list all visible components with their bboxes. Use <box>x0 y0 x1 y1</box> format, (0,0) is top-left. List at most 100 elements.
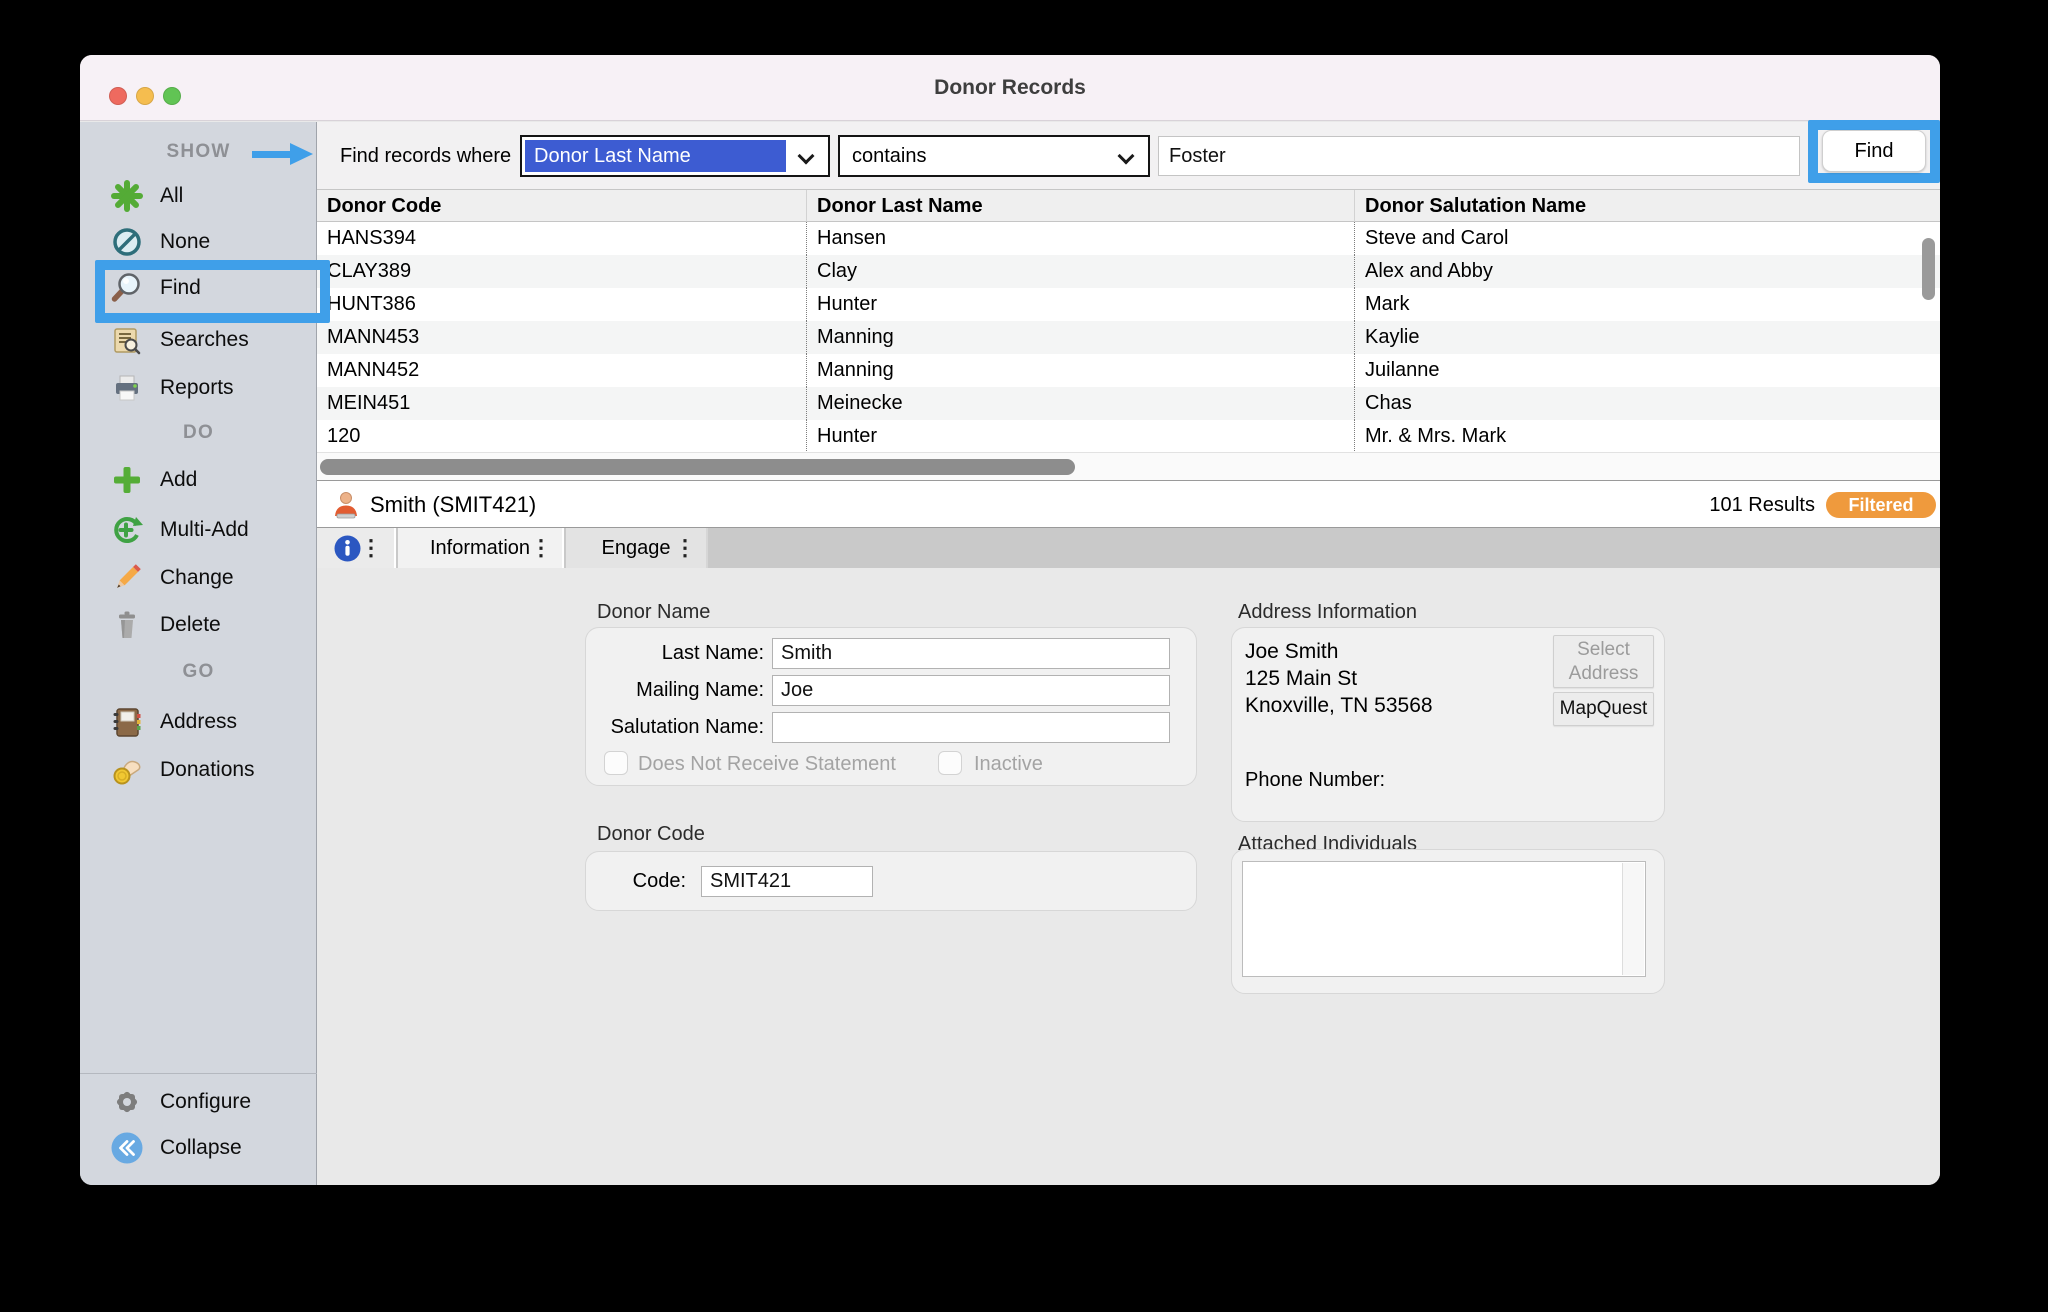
cell-donor-code: HANS394 <box>317 222 806 255</box>
address-information-group-title: Address Information <box>1238 601 1417 624</box>
gear-icon <box>110 1085 144 1119</box>
table-row[interactable]: HUNT386 Hunter Mark <box>317 288 1940 321</box>
does-not-receive-statement-checkbox[interactable] <box>604 751 628 775</box>
menu-dots-icon[interactable]: ⋮ <box>530 528 552 568</box>
code-input[interactable] <box>701 866 873 897</box>
last-name-input[interactable] <box>772 638 1170 669</box>
tab-bar: ⋮ Information ⋮ Engage ⋮ <box>317 528 1940 568</box>
sidebar-divider <box>80 1073 317 1074</box>
pencil-icon <box>110 561 144 595</box>
inactive-checkbox[interactable] <box>938 751 962 775</box>
field-select-value: Donor Last Name <box>525 140 786 172</box>
cell-salutation: Kaylie <box>1354 321 1940 354</box>
sidebar-item-label: Multi-Add <box>160 518 249 542</box>
cell-last-name: Manning <box>806 321 1354 354</box>
table-row[interactable]: CLAY389 Clay Alex and Abby <box>317 255 1940 288</box>
hand-coin-icon <box>110 753 144 787</box>
table-row[interactable]: MANN452 Manning Juilanne <box>317 354 1940 387</box>
cell-salutation: Mr. & Mrs. Mark <box>1354 420 1940 452</box>
cell-last-name: Clay <box>806 255 1354 288</box>
table-row[interactable]: HANS394 Hansen Steve and Carol <box>317 222 1940 255</box>
mailing-name-label: Mailing Name: <box>586 679 764 702</box>
tab-engage[interactable]: Engage ⋮ <box>566 528 708 568</box>
sidebar-item-change[interactable]: Change <box>80 560 317 596</box>
donor-records-window: Donor Records SHOW All None <box>80 55 1940 1185</box>
table-row[interactable]: MEIN451 Meinecke Chas <box>317 387 1940 420</box>
operator-select[interactable]: contains <box>838 135 1150 177</box>
results-table: HANS394 Hansen Steve and Carol CLAY389 C… <box>317 222 1940 452</box>
sidebar-item-multi-add[interactable]: Multi-Add <box>80 512 317 548</box>
sidebar-item-donations[interactable]: Donations <box>80 752 317 788</box>
find-button[interactable]: Find <box>1822 130 1926 172</box>
person-icon <box>331 490 361 525</box>
mailing-name-input[interactable] <box>772 675 1170 706</box>
sidebar-item-delete[interactable]: Delete <box>80 607 317 643</box>
circle-slash-icon <box>110 225 144 259</box>
salutation-name-input[interactable] <box>772 712 1170 743</box>
list-scrollbar-track[interactable] <box>1622 863 1644 975</box>
table-row[interactable]: MANN453 Manning Kaylie <box>317 321 1940 354</box>
column-header-donor-salutation-name[interactable]: Donor Salutation Name <box>1354 190 1940 222</box>
donor-code-group-title: Donor Code <box>597 823 705 846</box>
sidebar-item-add[interactable]: Add <box>80 462 317 498</box>
sidebar-item-collapse[interactable]: Collapse <box>80 1130 317 1166</box>
salutation-name-label: Salutation Name: <box>586 716 764 739</box>
sidebar-item-searches[interactable]: Searches <box>80 322 317 358</box>
info-segment[interactable]: ⋮ <box>317 528 396 568</box>
sidebar-item-all[interactable]: All <box>80 178 317 214</box>
sidebar-item-label: Change <box>160 566 234 590</box>
tab-information[interactable]: Information ⋮ <box>398 528 564 568</box>
chevron-down-icon <box>798 148 815 165</box>
sidebar-item-label: Add <box>160 468 197 492</box>
filtered-badge[interactable]: Filtered <box>1826 492 1936 518</box>
sidebar-item-label: Configure <box>160 1090 251 1114</box>
sidebar-item-configure[interactable]: Configure <box>80 1084 317 1120</box>
query-input[interactable] <box>1158 136 1800 176</box>
attached-individuals-panel <box>1231 849 1665 994</box>
table-header: Donor Code Donor Last Name Donor Salutat… <box>317 190 1940 222</box>
cell-donor-code: MANN453 <box>317 321 806 354</box>
table-row[interactable]: 120 Hunter Mr. & Mrs. Mark <box>317 420 1940 452</box>
does-not-receive-statement-label: Does Not Receive Statement <box>638 753 896 776</box>
sidebar-item-label: Donations <box>160 758 255 782</box>
vertical-scrollbar-thumb[interactable] <box>1922 238 1935 300</box>
select-address-button[interactable]: Select Address <box>1553 635 1654 688</box>
field-select[interactable]: Donor Last Name <box>520 135 830 177</box>
cell-salutation: Alex and Abby <box>1354 255 1940 288</box>
screen: Donor Records SHOW All None <box>0 0 2048 1312</box>
sidebar-section-do: DO <box>80 421 317 445</box>
menu-dots-icon[interactable]: ⋮ <box>360 528 382 568</box>
tab-label: Engage <box>602 537 671 560</box>
horizontal-scrollbar-thumb[interactable] <box>320 459 1075 475</box>
sidebar-item-address[interactable]: Address <box>80 704 317 740</box>
sidebar-item-label: Address <box>160 710 237 734</box>
column-header-donor-last-name[interactable]: Donor Last Name <box>806 190 1354 222</box>
info-icon <box>334 535 361 567</box>
address-name-line: Joe Smith <box>1245 638 1433 665</box>
asterisk-icon <box>110 179 144 213</box>
column-header-donor-code[interactable]: Donor Code <box>317 190 806 222</box>
mapquest-button[interactable]: MapQuest <box>1553 692 1654 726</box>
cell-donor-code: CLAY389 <box>317 255 806 288</box>
inactive-label: Inactive <box>974 753 1043 776</box>
annotation-arrow <box>252 151 292 158</box>
saved-searches-icon <box>110 323 144 357</box>
trash-icon <box>110 608 144 642</box>
menu-dots-icon[interactable]: ⋮ <box>674 528 696 568</box>
printer-icon <box>110 371 144 405</box>
sidebar-section-go: GO <box>80 660 317 684</box>
cell-donor-code: MEIN451 <box>317 387 806 420</box>
title-bar: Donor Records <box>80 55 1940 121</box>
plus-icon <box>110 463 144 497</box>
chevron-down-icon <box>1118 148 1135 165</box>
address-city-line: Knoxville, TN 53568 <box>1245 692 1433 719</box>
attached-individuals-list[interactable] <box>1242 861 1646 977</box>
sidebar-item-reports[interactable]: Reports <box>80 370 317 406</box>
circular-plus-arrow-icon <box>110 513 144 547</box>
cell-last-name: Hansen <box>806 222 1354 255</box>
cell-last-name: Hunter <box>806 420 1354 452</box>
donor-name-group-title: Donor Name <box>597 601 710 624</box>
sidebar-item-label: None <box>160 230 210 254</box>
cell-last-name: Meinecke <box>806 387 1354 420</box>
sidebar-item-none[interactable]: None <box>80 224 317 260</box>
